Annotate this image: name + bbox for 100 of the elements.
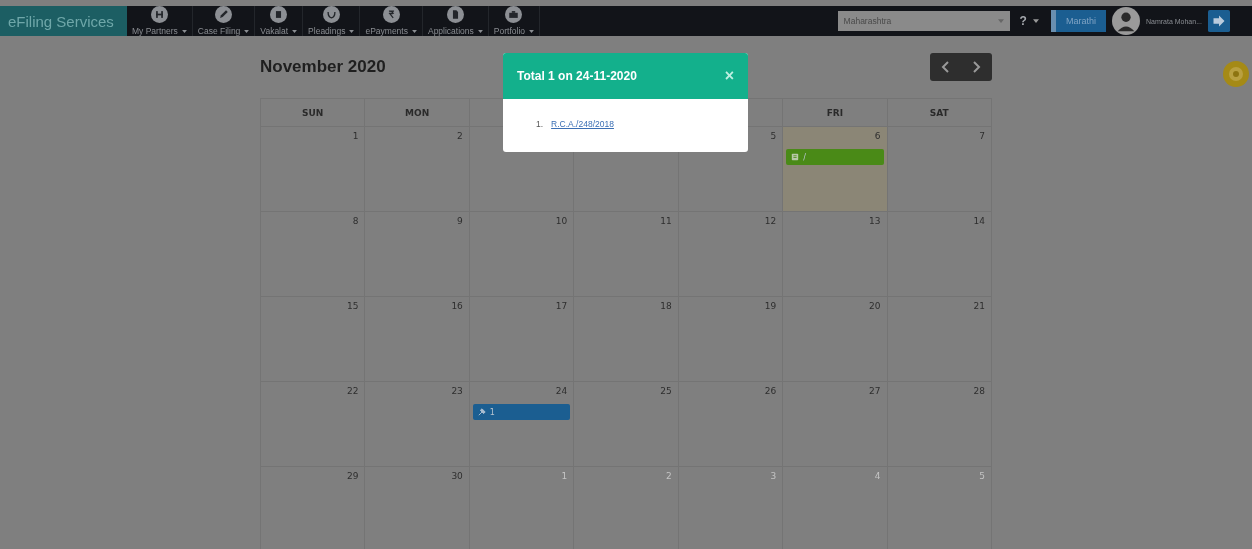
day-cell[interactable]: 16 <box>365 297 470 382</box>
day-cell[interactable]: 7 <box>887 127 992 212</box>
caret-icon <box>292 29 298 33</box>
day-cell[interactable]: 30 <box>365 467 470 549</box>
calendar-title: November 2020 <box>260 57 386 77</box>
menu-item[interactable]: Vakalat <box>255 6 304 36</box>
caret-icon <box>181 29 187 33</box>
caret-icon <box>529 29 534 33</box>
popup-title: Total 1 on 24-11-2020 <box>517 69 637 83</box>
day-cell[interactable]: 3 <box>678 467 784 549</box>
laurel-icon <box>322 6 340 23</box>
day-cell[interactable]: 19 <box>678 297 784 382</box>
day-cell[interactable]: 27 <box>783 382 888 467</box>
caret-icon <box>244 29 250 33</box>
day-number: 29 <box>346 471 360 481</box>
day-number: 25 <box>660 386 673 396</box>
day-number: 21 <box>973 301 986 311</box>
day-cell[interactable]: 18 <box>574 297 679 382</box>
day-number: 24 <box>555 386 569 396</box>
day-number: 15 <box>346 301 360 311</box>
day-number: 1 <box>352 131 360 141</box>
day-cell[interactable]: 5 <box>887 467 992 549</box>
weekday-header: SUN <box>261 99 366 127</box>
avatar-icon[interactable] <box>1111 7 1140 35</box>
day-number: 13 <box>869 216 882 226</box>
day-cell[interactable]: 14 <box>887 212 992 297</box>
day-number: 8 <box>352 216 360 226</box>
briefcase-icon <box>505 6 523 23</box>
day-number: 28 <box>973 386 986 396</box>
menu-item[interactable]: Applications <box>422 6 489 36</box>
gavel-icon <box>477 408 486 416</box>
day-cell[interactable]: 12 <box>678 212 784 297</box>
rupee-icon <box>382 6 400 23</box>
day-number: 30 <box>451 471 464 481</box>
day-cell[interactable]: 13 <box>783 212 888 297</box>
weekday-header: MON <box>365 99 470 127</box>
day-cell[interactable]: 26 <box>678 382 784 467</box>
day-cell[interactable]: 15 <box>261 297 366 382</box>
day-number: 2 <box>665 471 673 481</box>
day-cell[interactable]: 1 <box>261 127 366 212</box>
day-number: 27 <box>869 386 882 396</box>
day-number: 3 <box>770 471 778 481</box>
day-cell[interactable]: 10 <box>469 212 575 297</box>
day-number: 20 <box>869 301 882 311</box>
state-select[interactable]: Maharashtra <box>837 11 1010 31</box>
day-number: 5 <box>770 131 778 141</box>
day-cell[interactable]: 25 <box>574 382 679 467</box>
day-number: 14 <box>973 216 986 226</box>
day-number: 1 <box>561 471 569 481</box>
day-number: 22 <box>346 386 360 396</box>
day-cell[interactable]: 20 <box>783 297 888 382</box>
day-cell[interactable]: 23 <box>365 382 470 467</box>
language-button[interactable]: Marathi <box>1050 10 1106 32</box>
logout-icon[interactable] <box>1208 10 1230 32</box>
day-number: 2 <box>457 131 464 141</box>
menu-item[interactable]: My Partners <box>127 6 193 36</box>
day-cell[interactable]: 22 <box>261 382 366 467</box>
day-number: 19 <box>764 301 778 311</box>
pencil-icon <box>215 6 233 23</box>
day-cell[interactable]: 8 <box>261 212 366 297</box>
day-cell[interactable]: 11 <box>574 212 679 297</box>
help-menu[interactable]: ? <box>1019 14 1027 28</box>
day-number: 6 <box>874 131 882 141</box>
day-number: 7 <box>979 131 986 141</box>
close-button[interactable]: × <box>724 67 734 85</box>
day-cell[interactable]: 9 <box>365 212 470 297</box>
day-number: 11 <box>660 216 673 226</box>
file-icon <box>446 6 464 23</box>
day-number: 18 <box>660 301 673 311</box>
day-cell[interactable]: 2 <box>574 467 679 549</box>
day-cell[interactable]: 4 <box>783 467 888 549</box>
calendar-event[interactable]: / <box>786 149 884 165</box>
caret-icon <box>349 29 355 33</box>
day-number: 5 <box>979 471 986 481</box>
document-icon <box>791 153 800 161</box>
menu-item[interactable]: Portfolio <box>488 6 540 36</box>
menu-item[interactable]: Pleadings <box>303 6 361 36</box>
day-number: 9 <box>457 216 464 226</box>
day-cell[interactable]: 28 <box>887 382 992 467</box>
day-cell[interactable]: 17 <box>469 297 575 382</box>
day-number: 16 <box>451 301 464 311</box>
brand-logo[interactable]: eFiling Services <box>0 6 127 36</box>
document-icon <box>270 6 288 23</box>
day-number: 23 <box>451 386 464 396</box>
day-number: 12 <box>764 216 778 226</box>
case-link[interactable]: R.C.A./248/2018 <box>551 119 614 129</box>
day-cell[interactable]: 21 <box>887 297 992 382</box>
today-cell[interactable]: 6 / <box>783 127 888 212</box>
day-cell[interactable]: 29 <box>261 467 366 549</box>
caret-icon <box>1032 19 1039 23</box>
calendar-event[interactable]: 1 <box>472 404 571 420</box>
day-cell[interactable]: 2 <box>365 127 470 212</box>
day-cell[interactable]: 1 <box>469 467 575 549</box>
menu-item[interactable]: ePayments <box>360 6 423 36</box>
caret-icon <box>411 29 417 33</box>
menu-item[interactable]: Case Filing <box>192 6 256 36</box>
day-number: 26 <box>764 386 778 396</box>
dropdown-arrow-icon <box>997 19 1004 23</box>
day-cell[interactable]: 24 1 <box>469 382 575 467</box>
list-number: 1. <box>536 119 544 129</box>
